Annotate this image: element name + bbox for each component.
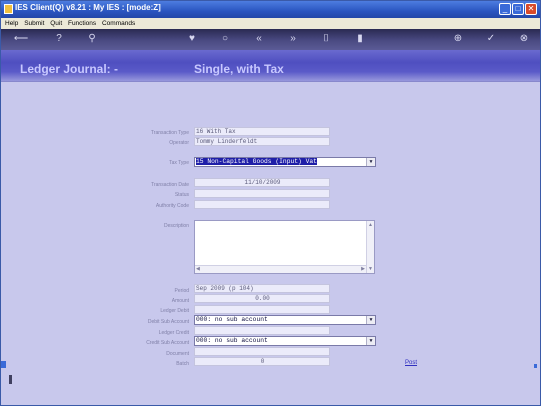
screen-subtitle: Single, with Tax xyxy=(194,62,284,76)
amount-field[interactable]: 0.00 xyxy=(194,294,330,303)
ledger-debit-label: Ledger Debit xyxy=(160,308,189,314)
maximize-button[interactable]: □ xyxy=(512,3,524,15)
horizontal-scrollbar[interactable]: ◀ ▶ xyxy=(195,265,366,273)
debit-sub-account-label: Debit Sub Account xyxy=(147,319,189,325)
scroll-left-icon[interactable]: ◀ xyxy=(196,266,200,272)
status-label: Status xyxy=(174,192,189,198)
ledger-credit-field[interactable] xyxy=(194,326,330,335)
credit-sub-account-select[interactable]: 000: no sub account ▼ xyxy=(194,336,376,346)
post-link[interactable]: Post xyxy=(405,360,417,366)
document-field[interactable] xyxy=(194,347,330,356)
menu-functions[interactable]: Functions xyxy=(68,20,96,27)
credit-sub-account-value: 000: no sub account xyxy=(196,337,268,344)
ledger-debit-field[interactable] xyxy=(194,305,330,314)
credit-sub-account-label: Credit Sub Account xyxy=(146,340,189,346)
screen-title: Ledger Journal: - xyxy=(20,62,119,76)
authority-code-label: Authority Code xyxy=(155,203,189,209)
transaction-type-field: 16 With Tax xyxy=(194,127,330,136)
chevron-down-icon[interactable]: ▼ xyxy=(366,158,375,166)
operator-label: Operator xyxy=(169,140,189,146)
search-icon[interactable]: ⚲ xyxy=(85,32,99,46)
close-window-button[interactable]: ✕ xyxy=(525,3,537,15)
batch-label: Batch xyxy=(176,361,189,367)
authority-code-field[interactable] xyxy=(194,200,330,209)
tax-type-value: 15 Non-Capital Goods (Input) Vat xyxy=(196,158,317,165)
scroll-up-icon[interactable]: ▲ xyxy=(368,222,373,228)
menu-help[interactable]: Help xyxy=(5,20,18,27)
forward-icon[interactable]: » xyxy=(286,32,300,46)
document-label: Document xyxy=(166,351,189,357)
tax-type-label: Tax Type xyxy=(169,160,189,166)
menu-bar: Help Submit Quit Functions Commands xyxy=(1,18,540,29)
chevron-down-icon[interactable]: ▼ xyxy=(366,337,375,345)
screen-header: Ledger Journal: - Single, with Tax xyxy=(1,50,540,82)
description-textarea[interactable]: ▲ ▼ ◀ ▶ xyxy=(194,220,375,274)
menu-commands[interactable]: Commands xyxy=(102,20,135,27)
window-title: IES Client(Q) v8.21 : My IES : [mode:Z] xyxy=(15,3,161,12)
back-icon[interactable]: ⟵ xyxy=(9,32,33,46)
app-icon xyxy=(4,4,13,14)
vertical-scrollbar[interactable]: ▲ ▼ xyxy=(366,221,374,273)
side-marker xyxy=(9,375,12,384)
menu-quit[interactable]: Quit xyxy=(50,20,62,27)
ledger-credit-label: Ledger Credit xyxy=(158,330,189,336)
menu-submit[interactable]: Submit xyxy=(24,20,44,27)
right-marker xyxy=(534,364,537,368)
operator-field: Tommy Linderfeldt xyxy=(194,137,330,146)
app-window: IES Client(Q) v8.21 : My IES : [mode:Z] … xyxy=(0,0,541,406)
heart-icon[interactable]: ♥ xyxy=(185,32,199,46)
toolbar: ⟵ ? ⚲ ♥ ○ « » ⌷ ▮ ⊕ ✓ ⊗ xyxy=(1,29,540,50)
scroll-right-icon[interactable]: ▶ xyxy=(361,266,365,272)
debit-sub-account-select[interactable]: 000: no sub account ▼ xyxy=(194,315,376,325)
transaction-date-label: Transaction Date xyxy=(151,182,189,188)
delete-icon[interactable]: ▮ xyxy=(353,32,367,46)
rewind-icon[interactable]: « xyxy=(252,32,266,46)
debit-sub-account-value: 000: no sub account xyxy=(196,316,268,323)
add-icon[interactable]: ⊕ xyxy=(451,32,465,46)
status-field xyxy=(194,189,330,198)
period-label: Period xyxy=(174,288,189,294)
minimize-button[interactable]: _ xyxy=(499,3,511,15)
period-field[interactable]: Sep 2009 (p 104) xyxy=(194,284,330,293)
scroll-down-icon[interactable]: ▼ xyxy=(368,266,373,272)
ok-icon[interactable]: ✓ xyxy=(484,32,498,46)
title-bar: IES Client(Q) v8.21 : My IES : [mode:Z] … xyxy=(1,1,540,18)
help-icon[interactable]: ? xyxy=(52,32,66,46)
transaction-date-field[interactable]: 11/10/2009 xyxy=(194,178,330,187)
chevron-down-icon[interactable]: ▼ xyxy=(366,316,375,324)
tax-type-select[interactable]: 15 Non-Capital Goods (Input) Vat ▼ xyxy=(194,157,376,167)
transaction-type-label: Transaction Type xyxy=(150,130,189,136)
circle-icon[interactable]: ○ xyxy=(218,32,232,46)
side-tab[interactable] xyxy=(1,361,6,368)
tool-icon[interactable]: ⌷ xyxy=(319,32,333,46)
description-label: Description xyxy=(163,223,189,229)
close-icon[interactable]: ⊗ xyxy=(517,32,531,46)
batch-field: 0 xyxy=(194,357,330,366)
amount-label: Amount xyxy=(171,298,189,304)
